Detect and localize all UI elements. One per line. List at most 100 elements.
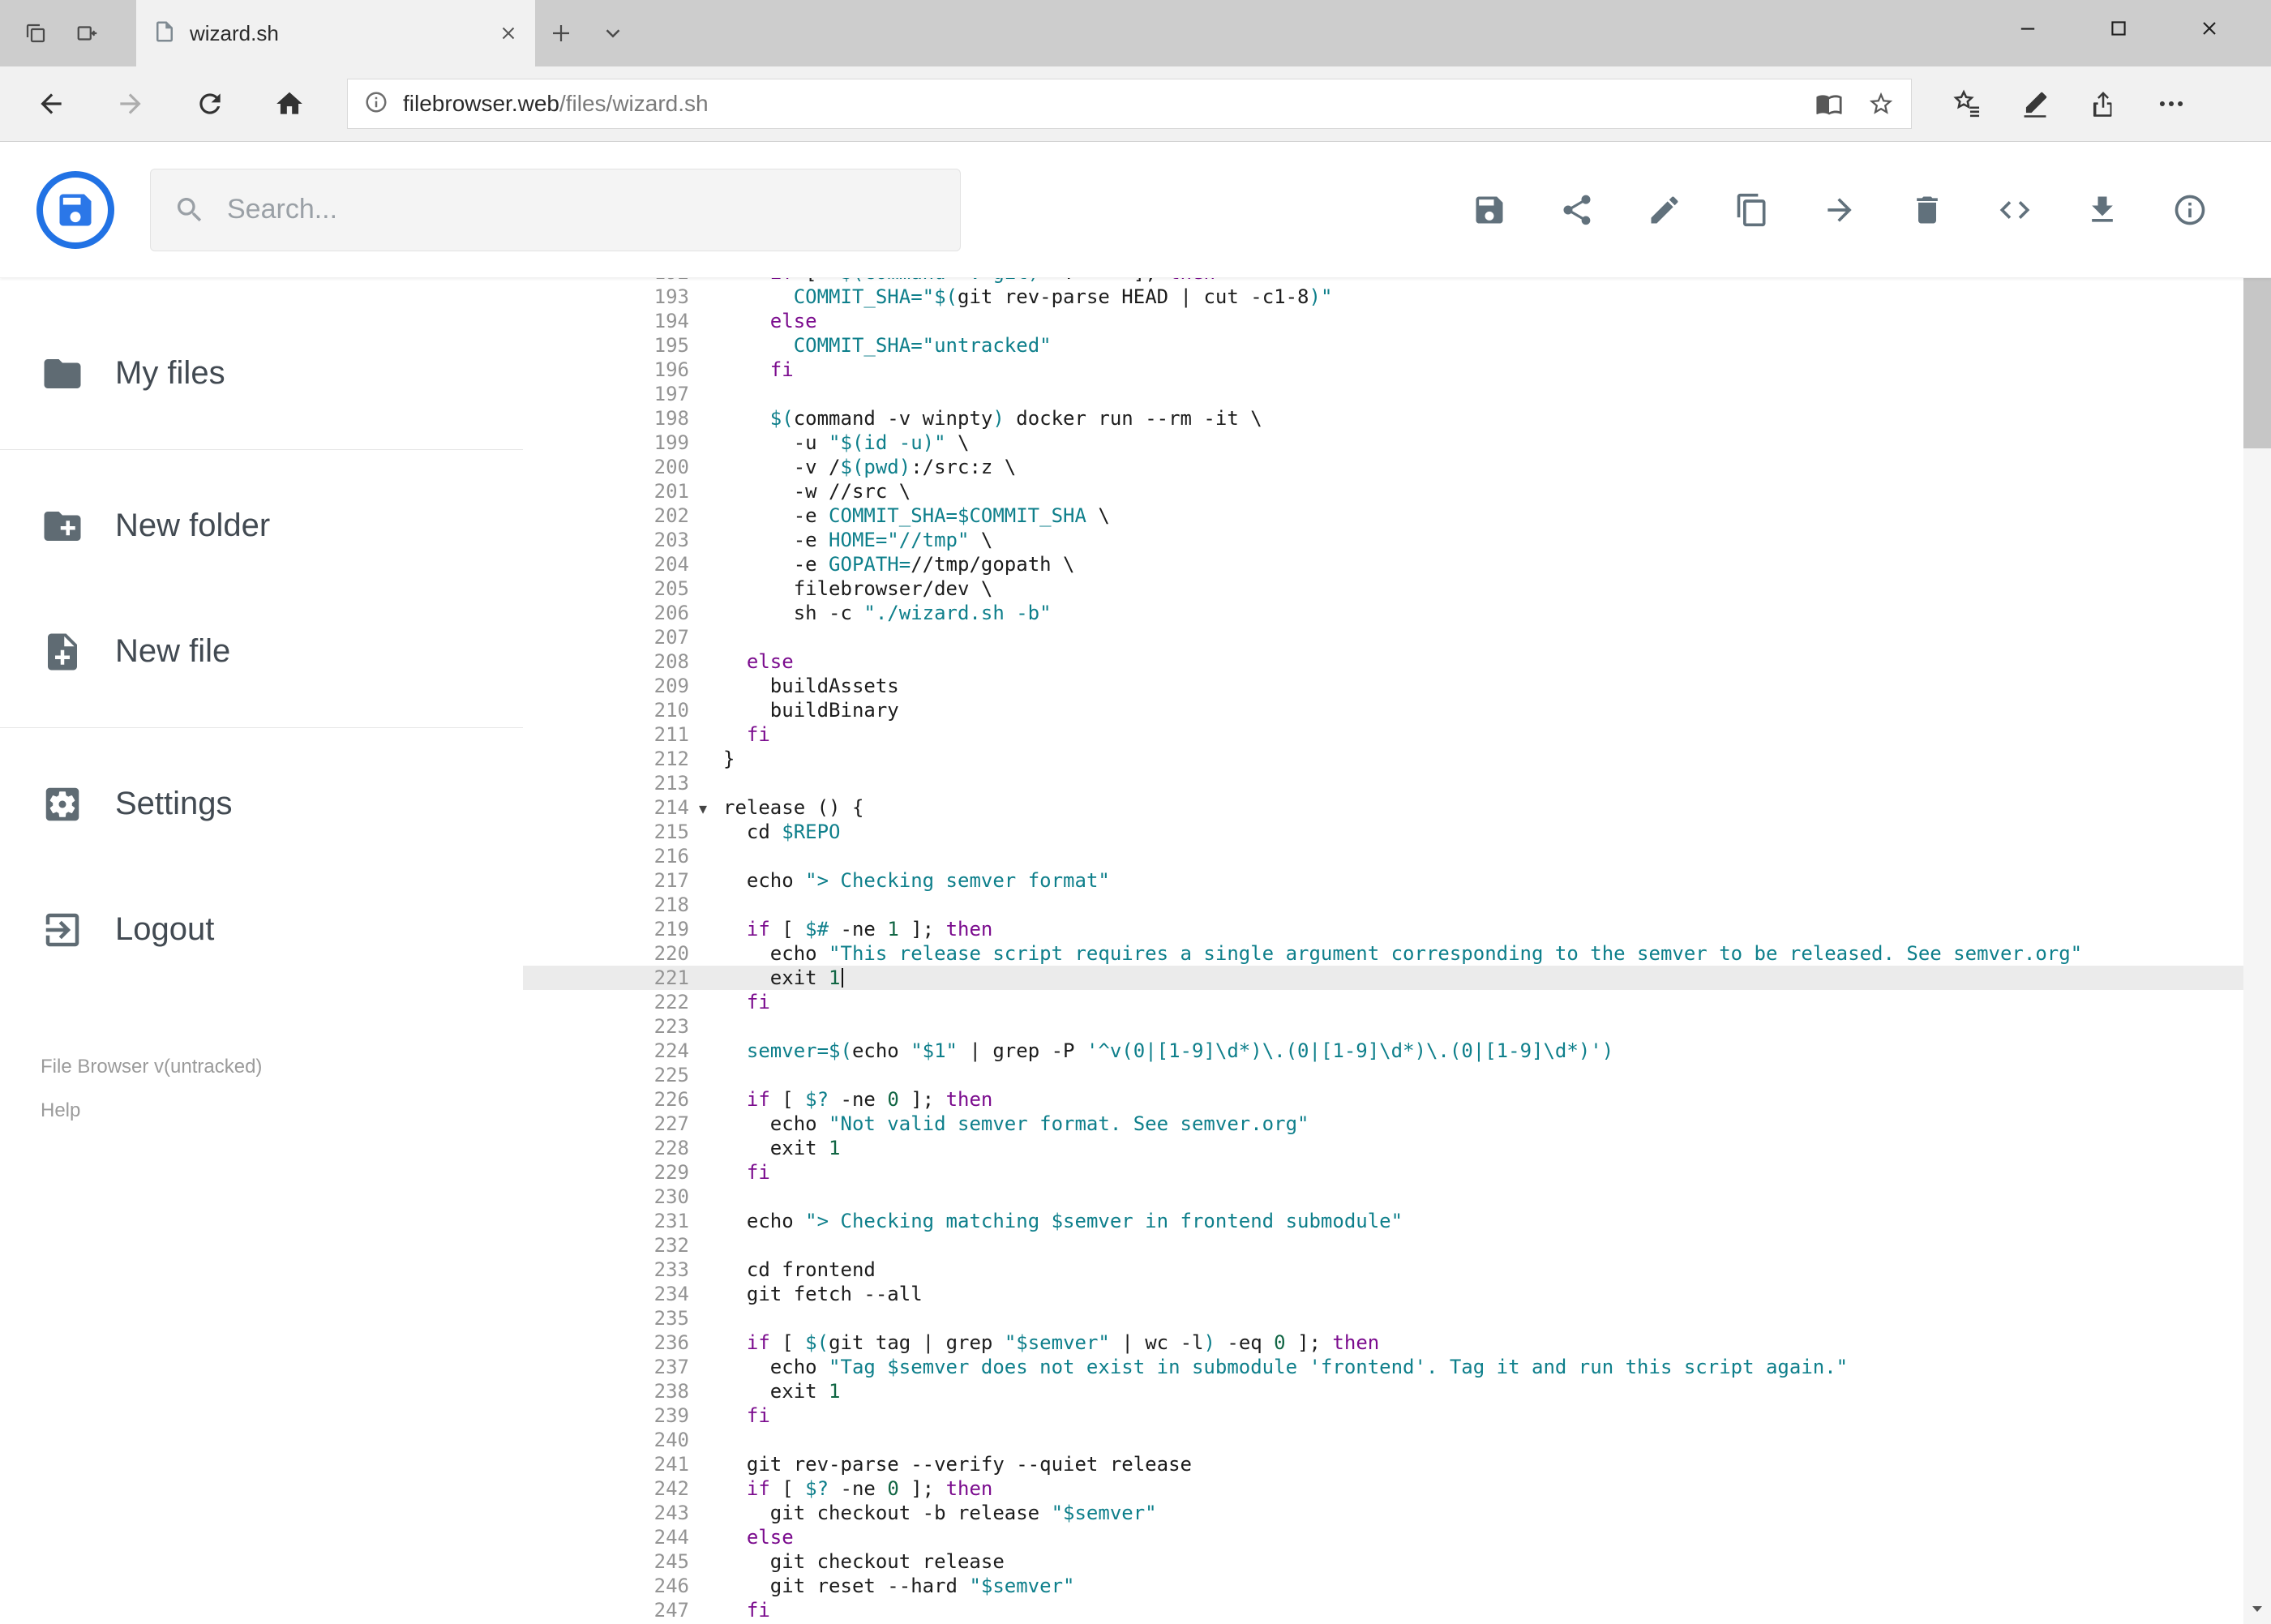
code-line-237[interactable]: 237 echo "Tag $semver does not exist in … — [523, 1355, 2243, 1379]
favorite-star-icon[interactable] — [1867, 90, 1895, 118]
code-line-209[interactable]: 209 buildAssets — [523, 674, 2243, 698]
code-line-213[interactable]: 213 — [523, 771, 2243, 795]
close-button[interactable] — [2164, 0, 2255, 57]
sidebar-item-new-file[interactable]: New file — [0, 589, 523, 714]
minimize-button[interactable] — [1982, 0, 2073, 57]
code-line-229[interactable]: 229 fi — [523, 1160, 2243, 1185]
code-line-200[interactable]: 200 -v /$(pwd):/src:z \ — [523, 455, 2243, 479]
search-box[interactable] — [150, 168, 961, 251]
sidebar-item-my-files[interactable]: My files — [0, 311, 523, 436]
code-line-240[interactable]: 240 — [523, 1428, 2243, 1452]
forward-icon[interactable] — [91, 71, 170, 136]
share-page-icon[interactable] — [2069, 71, 2137, 136]
code-line-192[interactable]: 192 if [ "$(command -v git)" != "" ]; th… — [523, 278, 2243, 285]
code-line-199[interactable]: 199 -u "$(id -u)" \ — [523, 431, 2243, 455]
page-info-icon[interactable] — [364, 90, 388, 118]
code-line-220[interactable]: 220 echo "This release script requires a… — [523, 941, 2243, 966]
code-line-218[interactable]: 218 — [523, 893, 2243, 917]
code-line-215[interactable]: 215 cd $REPO — [523, 820, 2243, 844]
tab-preview-icon[interactable] — [10, 0, 62, 66]
tab-wizard-sh[interactable]: wizard.sh — [136, 0, 535, 66]
code-line-207[interactable]: 207 — [523, 625, 2243, 649]
code-line-223[interactable]: 223 — [523, 1014, 2243, 1039]
code-line-241[interactable]: 241 git rev-parse --verify --quiet relea… — [523, 1452, 2243, 1476]
code-line-225[interactable]: 225 — [523, 1063, 2243, 1087]
code-line-244[interactable]: 244 else — [523, 1525, 2243, 1549]
set-tabs-aside-icon[interactable] — [62, 0, 114, 66]
tab-close-icon[interactable] — [498, 23, 519, 44]
code-line-222[interactable]: 222 fi — [523, 990, 2243, 1014]
address-bar[interactable]: filebrowser.web/files/wizard.sh — [347, 79, 1912, 129]
home-icon[interactable] — [250, 71, 329, 136]
code-line-243[interactable]: 243 git checkout -b release "$semver" — [523, 1501, 2243, 1525]
sidebar-item-new-folder[interactable]: New folder — [0, 463, 523, 589]
code-line-205[interactable]: 205 filebrowser/dev \ — [523, 576, 2243, 601]
code-line-210[interactable]: 210 buildBinary — [523, 698, 2243, 722]
code-line-204[interactable]: 204 -e GOPATH=//tmp/gopath \ — [523, 552, 2243, 576]
code-line-206[interactable]: 206 sh -c "./wizard.sh -b" — [523, 601, 2243, 625]
code-line-236[interactable]: 236 if [ $(git tag | grep "$semver" | wc… — [523, 1330, 2243, 1355]
reading-view-icon[interactable] — [1815, 90, 1843, 118]
code-line-227[interactable]: 227 echo "Not valid semver format. See s… — [523, 1112, 2243, 1136]
refresh-icon[interactable] — [170, 71, 250, 136]
code-line-195[interactable]: 195 COMMIT_SHA="untracked" — [523, 333, 2243, 358]
code-editor[interactable]: 192 if [ "$(command -v git)" != "" ]; th… — [523, 278, 2243, 1624]
code-line-198[interactable]: 198 $(command -v winpty) docker run --rm… — [523, 406, 2243, 431]
code-line-197[interactable]: 197 — [523, 382, 2243, 406]
code-line-221[interactable]: 221 exit 1 — [523, 966, 2243, 990]
sidebar-item-logout[interactable]: Logout — [0, 867, 523, 992]
code-line-203[interactable]: 203 -e HOME="//tmp" \ — [523, 528, 2243, 552]
share-button[interactable] — [1541, 174, 1613, 246]
code-line-214[interactable]: 214 ▾ release () { — [523, 795, 2243, 820]
code-line-201[interactable]: 201 -w //src \ — [523, 479, 2243, 503]
move-button[interactable] — [1804, 174, 1875, 246]
back-icon[interactable] — [11, 71, 91, 136]
code-line-217[interactable]: 217 echo "> Checking semver format" — [523, 868, 2243, 893]
web-note-pen-icon[interactable] — [2001, 71, 2069, 136]
new-tab-button[interactable] — [535, 0, 587, 66]
code-line-245[interactable]: 245 git checkout release — [523, 1549, 2243, 1574]
code-line-231[interactable]: 231 echo "> Checking matching $semver in… — [523, 1209, 2243, 1233]
code-line-226[interactable]: 226 if [ $? -ne 0 ]; then — [523, 1087, 2243, 1112]
code-line-234[interactable]: 234 git fetch --all — [523, 1282, 2243, 1306]
code-line-228[interactable]: 228 exit 1 — [523, 1136, 2243, 1160]
code-line-212[interactable]: 212} — [523, 747, 2243, 771]
save-button[interactable] — [1454, 174, 1525, 246]
help-link[interactable]: Help — [41, 1099, 80, 1122]
scroll-down-icon[interactable] — [2243, 1593, 2271, 1624]
line-number: 217 — [653, 869, 689, 892]
code-line-224[interactable]: 224 semver=$(echo "$1" | grep -P '^v(0|[… — [523, 1039, 2243, 1063]
code-line-247[interactable]: 247 fi — [523, 1598, 2243, 1622]
code-line-202[interactable]: 202 -e COMMIT_SHA=$COMMIT_SHA \ — [523, 503, 2243, 528]
code-line-211[interactable]: 211 fi — [523, 722, 2243, 747]
info-button[interactable] — [2154, 174, 2226, 246]
delete-button[interactable] — [1892, 174, 1963, 246]
code-line-219[interactable]: 219 if [ $# -ne 1 ]; then — [523, 917, 2243, 941]
code-line-194[interactable]: 194 else — [523, 309, 2243, 333]
download-button[interactable] — [2067, 174, 2138, 246]
code-line-216[interactable]: 216 — [523, 844, 2243, 868]
code-line-196[interactable]: 196 fi — [523, 358, 2243, 382]
code-line-233[interactable]: 233 cd frontend — [523, 1258, 2243, 1282]
copy-button[interactable] — [1716, 174, 1788, 246]
code-line-238[interactable]: 238 exit 1 — [523, 1379, 2243, 1403]
code-line-239[interactable]: 239 fi — [523, 1403, 2243, 1428]
fold-arrow-icon[interactable]: ▾ — [689, 796, 717, 821]
code-line-232[interactable]: 232 — [523, 1233, 2243, 1258]
tab-list-chevron-icon[interactable] — [587, 0, 639, 66]
code-line-246[interactable]: 246 git reset --hard "$semver" — [523, 1574, 2243, 1598]
more-options-icon[interactable] — [2137, 71, 2205, 136]
sidebar-item-settings[interactable]: Settings — [0, 741, 523, 867]
code-line-193[interactable]: 193 COMMIT_SHA="$(git rev-parse HEAD | c… — [523, 285, 2243, 309]
maximize-button[interactable] — [2073, 0, 2164, 57]
search-input[interactable] — [227, 194, 937, 225]
hub-favorites-icon[interactable] — [1933, 71, 2001, 136]
code-line-242[interactable]: 242 if [ $? -ne 0 ]; then — [523, 1476, 2243, 1501]
code-line-208[interactable]: 208 else — [523, 649, 2243, 674]
code-line-230[interactable]: 230 — [523, 1185, 2243, 1209]
rename-button[interactable] — [1629, 174, 1700, 246]
scrollbar[interactable] — [2243, 142, 2271, 1624]
filebrowser-logo-icon[interactable] — [36, 170, 114, 249]
code-view-button[interactable] — [1979, 174, 2050, 246]
code-line-235[interactable]: 235 — [523, 1306, 2243, 1330]
